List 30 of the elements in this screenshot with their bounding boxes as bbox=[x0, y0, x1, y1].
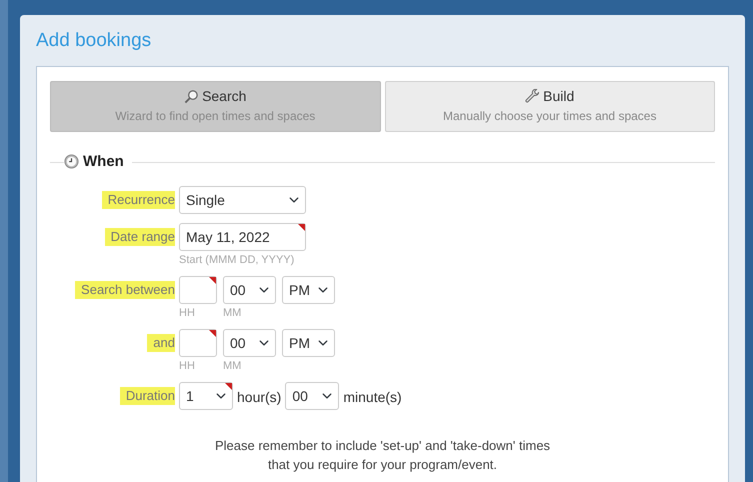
notice-text: Please remember to include 'set-up' and 'take-down' times that you require for your program/event. bbox=[214, 437, 552, 474]
ampm-select[interactable]: PM bbox=[282, 329, 335, 357]
date-field[interactable]: May 11, 2022 bbox=[179, 223, 306, 251]
field-hint: Start (MMM DD, YYYY) bbox=[179, 253, 296, 267]
hour-field[interactable] bbox=[179, 329, 217, 357]
field-label: Date range bbox=[104, 228, 175, 246]
field-hint: HH bbox=[179, 359, 196, 373]
field-label: Search between bbox=[75, 281, 175, 299]
section-title: When bbox=[83, 152, 124, 172]
minute-select[interactable]: 00 bbox=[223, 329, 276, 357]
dialog-title: Add bookings bbox=[36, 29, 152, 53]
unit-label: hour(s) bbox=[237, 388, 282, 407]
hours-select[interactable]: 1 bbox=[179, 382, 233, 410]
field-label: Recurrence bbox=[102, 191, 175, 209]
field-label: and bbox=[147, 334, 175, 352]
field-hint: HH bbox=[179, 306, 196, 320]
mode-tab[interactable]: Build Manually choose your times and spaces bbox=[384, 81, 715, 132]
minutes-select[interactable]: 00 bbox=[285, 382, 340, 410]
recurrence-select[interactable]: Single bbox=[179, 186, 306, 214]
field-hint: MM bbox=[223, 359, 242, 373]
search-icon bbox=[184, 89, 200, 104]
mode-tab[interactable]: Search Wizard to find open times and spaces bbox=[50, 81, 380, 132]
field-hint: MM bbox=[223, 306, 242, 320]
unit-label: minute(s) bbox=[343, 388, 402, 407]
clock-icon bbox=[64, 154, 79, 170]
wrench-icon bbox=[525, 89, 540, 104]
minute-select[interactable]: 00 bbox=[223, 276, 276, 304]
ampm-select[interactable]: PM bbox=[282, 276, 335, 304]
field-label: Duration bbox=[120, 387, 175, 405]
hour-field[interactable] bbox=[179, 276, 217, 304]
